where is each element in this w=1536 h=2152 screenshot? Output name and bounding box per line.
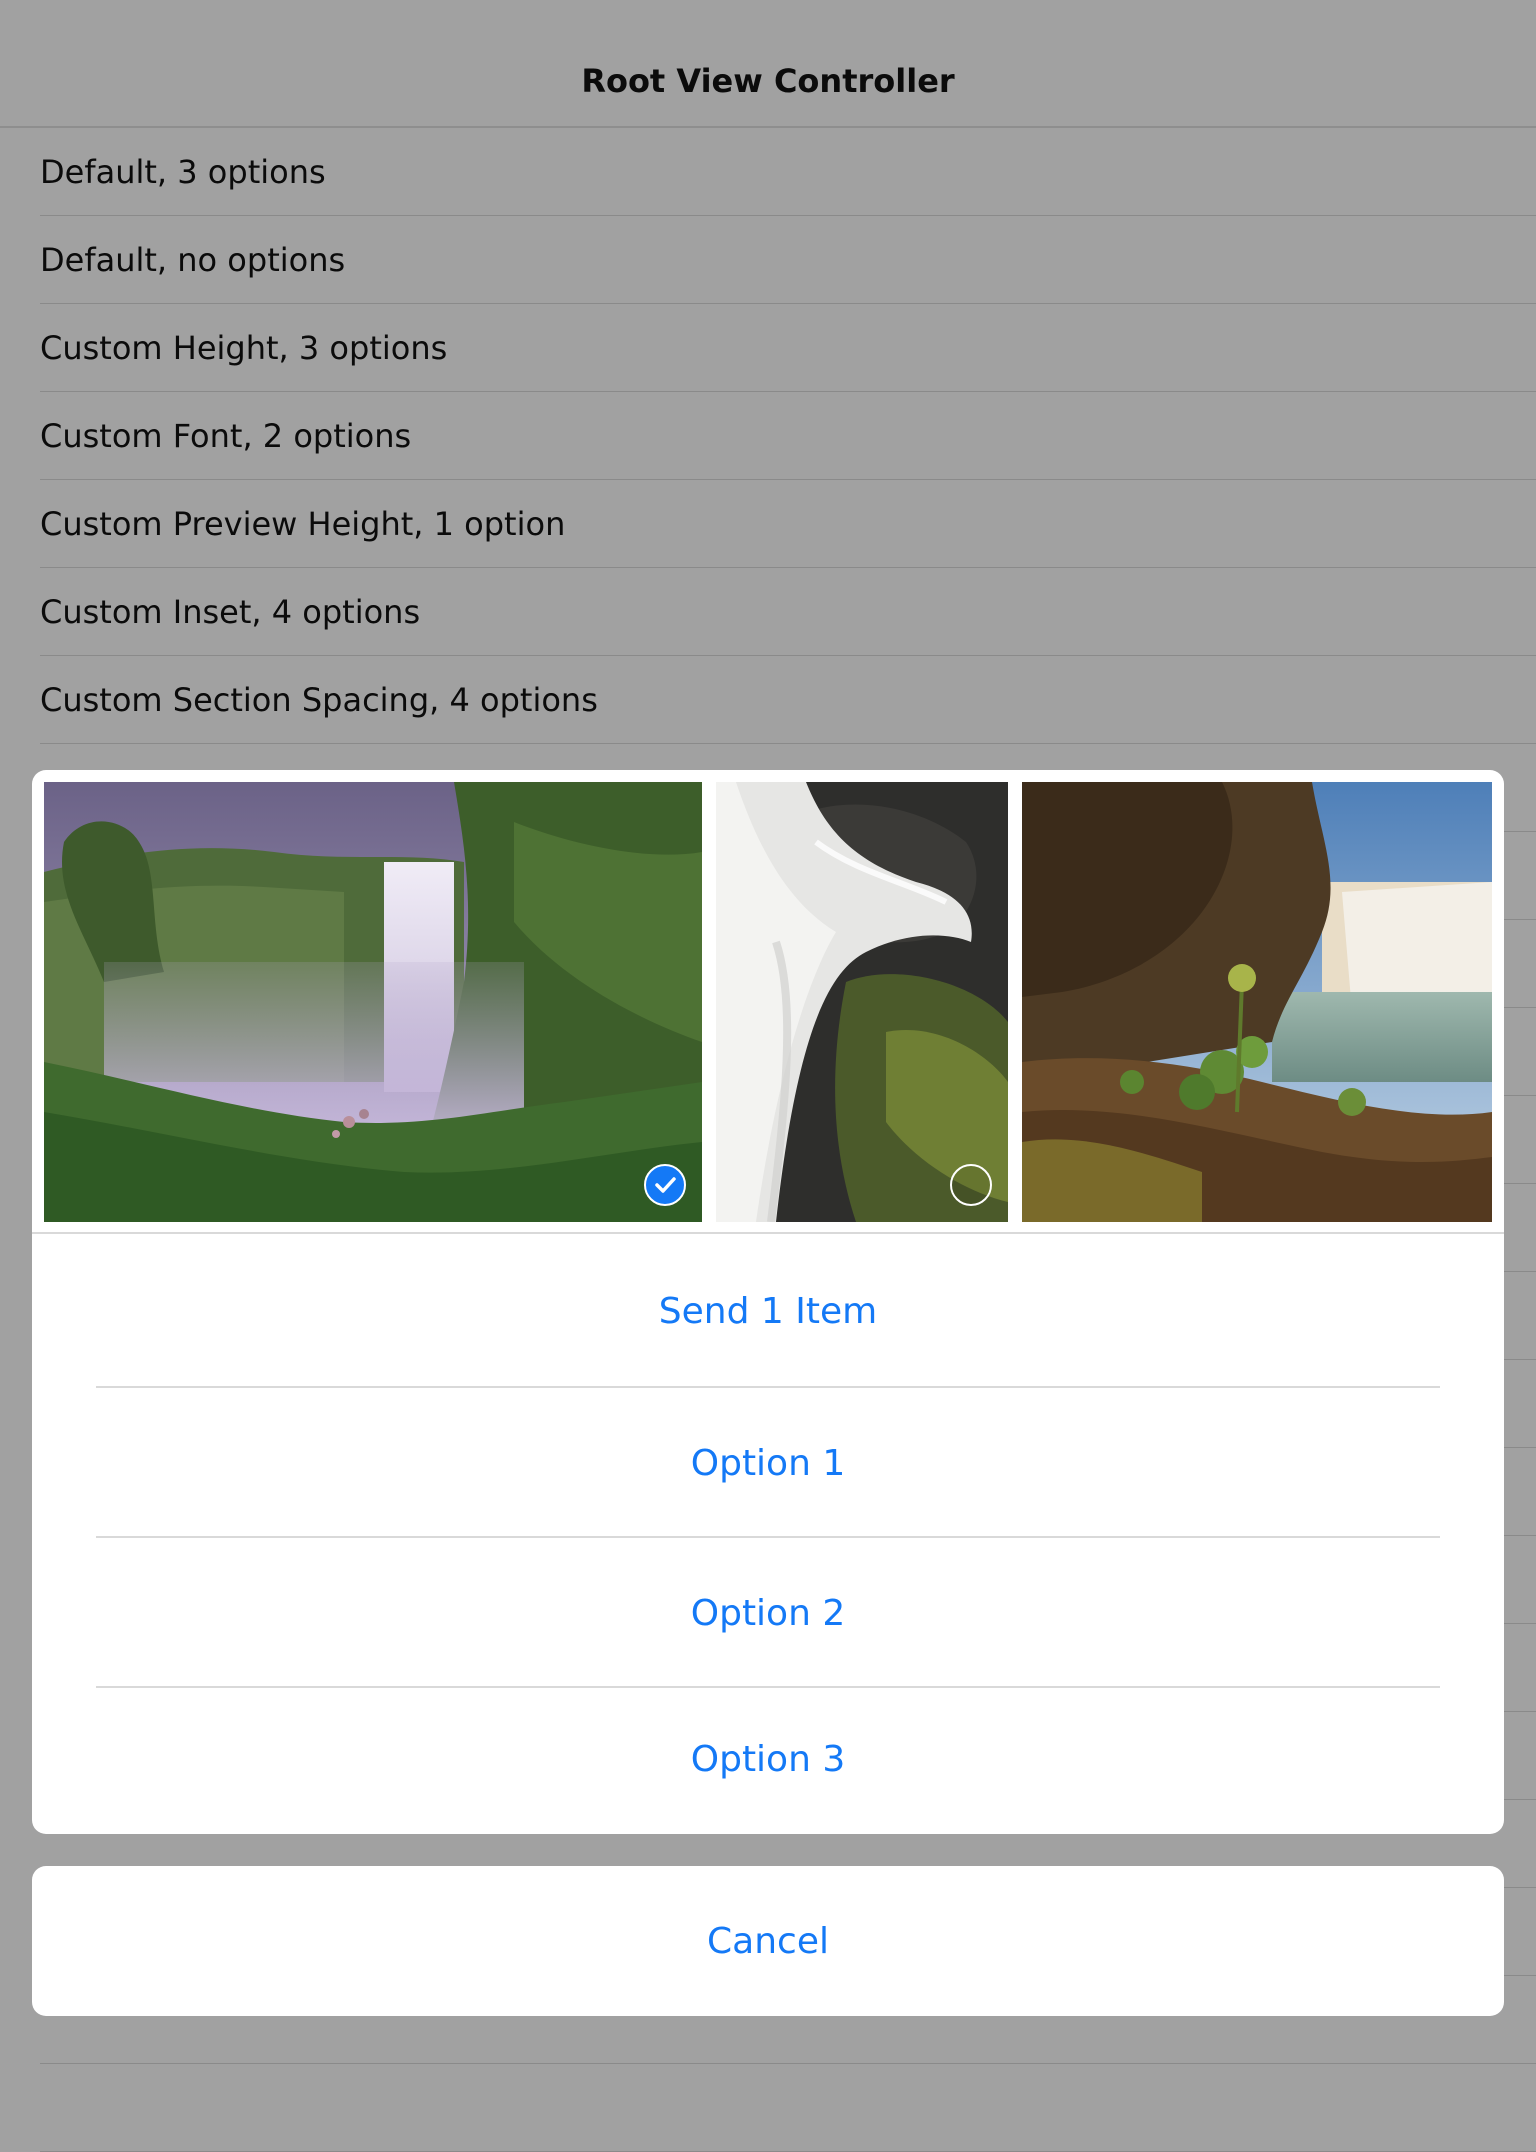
table-row[interactable]: Custom Section Spacing, 4 options — [0, 656, 1536, 744]
table-row-label: Custom Inset, 4 options — [40, 593, 421, 631]
photo-thumbnail[interactable] — [716, 782, 1008, 1222]
page-title: Root View Controller — [581, 62, 955, 100]
action-sheet: Send 1 Item Option 1 Option 2 Option 3 — [32, 770, 1504, 1834]
table-row[interactable]: Custom Font, 2 options — [0, 392, 1536, 480]
waterfall-valley-image — [44, 782, 702, 1222]
photo-thumbnail[interactable] — [44, 782, 702, 1222]
table-row[interactable]: Default, no options — [0, 216, 1536, 304]
photo-thumbnail[interactable] — [1022, 782, 1492, 1222]
navigation-bar: Root View Controller — [0, 0, 1536, 128]
table-row-empty — [0, 2064, 1536, 2152]
waterfall-cascade-image — [716, 782, 1008, 1222]
checkmark-circle-filled-icon[interactable] — [644, 1164, 686, 1206]
option-3-button[interactable]: Option 3 — [32, 1684, 1504, 1834]
empty-circle-icon[interactable] — [950, 1164, 992, 1206]
table-row[interactable]: Custom Height, 3 options — [0, 304, 1536, 392]
cancel-button[interactable]: Cancel — [32, 1866, 1504, 2016]
send-items-button[interactable]: Send 1 Item — [32, 1236, 1504, 1386]
table-row-label: Custom Height, 3 options — [40, 329, 448, 367]
table-row-label: Default, no options — [40, 241, 346, 279]
table-row[interactable]: Custom Preview Height, 1 option — [0, 480, 1536, 568]
table-row[interactable]: Custom Inset, 4 options — [0, 568, 1536, 656]
option-1-button[interactable]: Option 1 — [32, 1388, 1504, 1538]
table-row-label: Custom Section Spacing, 4 options — [40, 681, 598, 719]
table-row-label: Default, 3 options — [40, 153, 326, 191]
photo-preview-strip[interactable] — [32, 770, 1504, 1234]
table-row-label: Custom Preview Height, 1 option — [40, 505, 566, 543]
table-row[interactable]: Default, 3 options — [0, 128, 1536, 216]
option-2-button[interactable]: Option 2 — [32, 1538, 1504, 1688]
waterfall-cliff-image — [1022, 782, 1492, 1222]
table-row-label: Custom Font, 2 options — [40, 417, 412, 455]
